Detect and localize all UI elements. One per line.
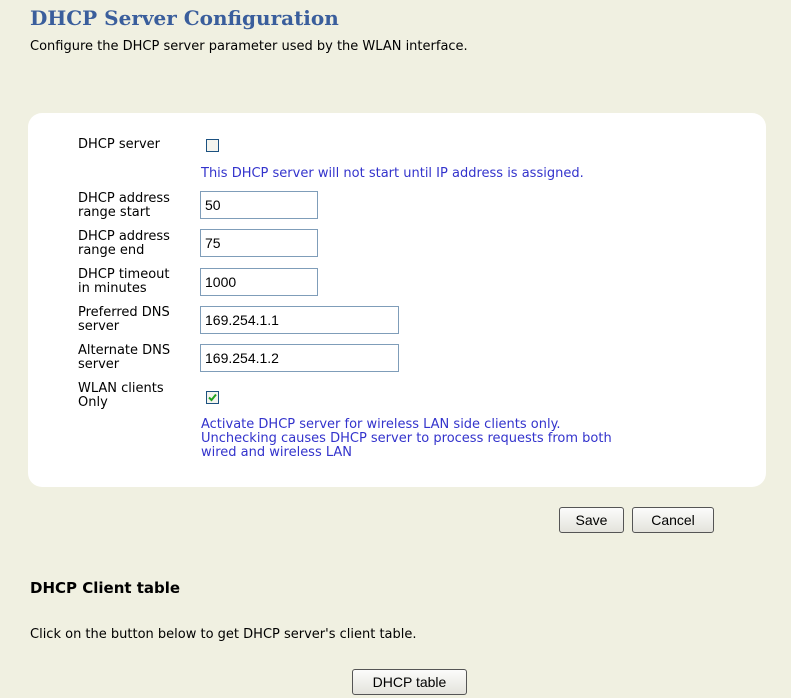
check-icon [208,393,217,402]
alternate-dns-label: Alternate DNS server [78,344,198,372]
save-button[interactable]: Save [559,507,624,533]
dhcp-server-label-text: DHCP server [78,137,160,152]
dhcp-server-label: DHCP server [78,138,198,152]
client-table-description: Click on the button below to get DHCP se… [30,627,417,642]
range-end-input[interactable] [200,229,318,257]
dhcp-config-panel: DHCP server This DHCP server will not st… [28,113,766,487]
wlan-only-label-line1: WLAN clients [78,381,164,396]
range-start-label-line2: range start [78,205,151,220]
preferred-dns-label-line2: server [78,319,120,334]
dhcp-server-checkbox[interactable] [206,139,219,152]
timeout-label-line1: DHCP timeout [78,267,170,282]
alternate-dns-label-line1: Alternate DNS [78,343,171,358]
cancel-button[interactable]: Cancel [632,507,714,533]
wlan-only-note-line3: wired and wireless LAN [201,445,353,460]
wlan-only-note: Activate DHCP server for wireless LAN si… [201,418,612,460]
dhcp-table-button[interactable]: DHCP table [352,669,467,695]
range-start-input[interactable] [200,191,318,219]
range-end-label-line2: range end [78,243,145,258]
range-start-label-line1: DHCP address [78,191,170,206]
preferred-dns-input[interactable] [200,306,399,334]
alternate-dns-label-line2: server [78,357,120,372]
dhcp-server-note: This DHCP server will not start until IP… [201,166,584,181]
range-end-label: DHCP address range end [78,230,198,258]
preferred-dns-label: Preferred DNS server [78,306,198,334]
range-start-label: DHCP address range start [78,192,198,220]
wlan-only-note-line1: Activate DHCP server for wireless LAN si… [201,417,561,432]
wlan-only-checkbox[interactable] [206,391,219,404]
timeout-label: DHCP timeout in minutes [78,268,198,296]
wlan-only-label: WLAN clients Only [78,382,198,410]
page-description: Configure the DHCP server parameter used… [30,39,468,54]
timeout-label-line2: in minutes [78,281,147,296]
client-table-title: DHCP Client table [30,579,181,597]
range-end-label-line1: DHCP address [78,229,170,244]
preferred-dns-label-line1: Preferred DNS [78,305,170,320]
wlan-only-note-line2: Unchecking causes DHCP server to process… [201,431,612,446]
timeout-input[interactable] [200,268,318,296]
wlan-only-label-line2: Only [78,395,108,410]
page-title: DHCP Server Configuration [30,6,339,30]
alternate-dns-input[interactable] [200,344,399,372]
